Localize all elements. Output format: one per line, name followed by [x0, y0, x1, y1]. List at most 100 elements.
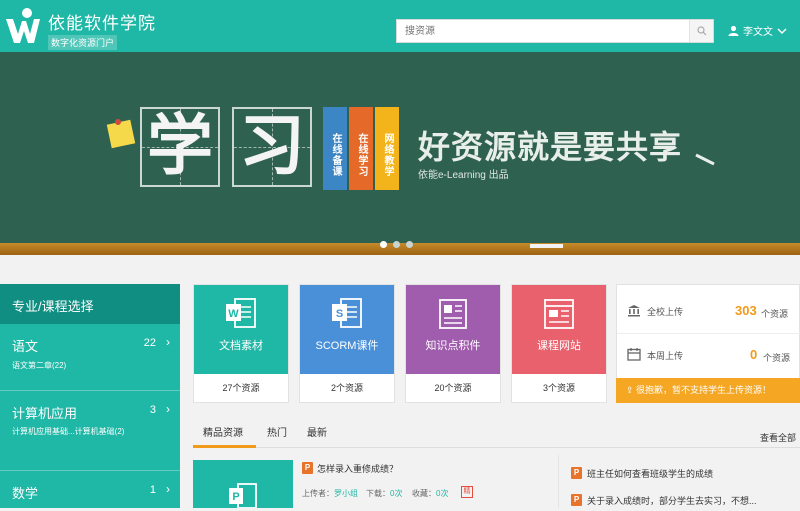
tile-count: 20个资源 [434, 383, 472, 393]
upload-icon: ⇪ [626, 385, 637, 395]
banner-credit: 依能e-Learning 出品 [418, 170, 509, 181]
chalk-piece [530, 244, 563, 248]
subject-item-computer[interactable]: 计算机应用 3 › 计算机应用基础...计算机基础(2) [0, 391, 180, 471]
carousel-dots [380, 241, 413, 248]
svg-text:S: S [336, 308, 343, 320]
tile-count: 27个资源 [222, 383, 260, 393]
bank-icon [628, 305, 640, 317]
search-box [396, 19, 714, 43]
subject-sub[interactable]: 语文第二章(22) [12, 360, 66, 371]
ppt-file-icon: P [571, 467, 582, 479]
tile-header: 课程网站 [512, 285, 606, 374]
tile-label: 知识点积件 [425, 340, 481, 352]
ppt-file-icon: P [302, 462, 313, 474]
category-tile-docs[interactable]: W 文档素材 27个资源 [193, 284, 289, 403]
column-divider [558, 455, 559, 508]
carousel-dot-2[interactable] [393, 241, 400, 248]
logo-icon[interactable] [5, 7, 41, 45]
favorites-label: 收藏： [412, 489, 436, 498]
subject-item-math[interactable]: 数学 1 › [0, 471, 180, 511]
banner-tag-1: 在线备课 [323, 107, 347, 190]
sticky-note-icon [106, 119, 136, 149]
favorites-count: 0次 [436, 489, 449, 498]
chalk-stroke-icon [695, 153, 715, 166]
stat-label: 全校上传 [647, 307, 684, 317]
tile-header: W 文档素材 [194, 285, 288, 374]
user-menu[interactable]: 李文文 [728, 23, 787, 38]
featured-thumbnail[interactable]: P [193, 460, 293, 508]
banner-char-1: 学 [147, 107, 213, 184]
featured-title[interactable]: 怎样录入重修成绩？ [317, 462, 398, 475]
resource-list-item[interactable]: 关于录入成绩时，部分学生去实习，不想... [587, 494, 757, 507]
tab-featured[interactable]: 精品资源 [203, 424, 243, 439]
subject-sub[interactable]: 计算机应用基础...计算机基础(2) [12, 426, 124, 437]
uploader-label: 上传者： [302, 489, 334, 498]
carousel-dot-3[interactable] [406, 241, 413, 248]
chevron-right-icon: › [166, 335, 170, 349]
subject-name: 语文 [12, 339, 39, 354]
tile-header: S SCORM课件 [300, 285, 394, 374]
resource-tabs: 精品资源 热门 最新 查看全部 [193, 420, 800, 448]
scorm-icon: S [332, 298, 362, 328]
stat-value: 303 [735, 303, 757, 318]
svg-text:P: P [232, 491, 239, 503]
banner-slogan: 好资源就是要共享 [418, 129, 683, 165]
banner-tag-2: 在线学习 [349, 107, 373, 190]
category-tile-scorm[interactable]: S SCORM课件 2个资源 [299, 284, 395, 403]
tile-count: 2个资源 [330, 383, 363, 393]
user-name: 李文文 [743, 27, 773, 38]
featured-badge: 精 [461, 486, 473, 498]
word-doc-icon: W [226, 298, 256, 328]
svg-text:W: W [228, 308, 239, 320]
stat-unit: 个资源 [761, 309, 789, 319]
upload-notice: ⇪ 很抱歉，暂不支持学生上传资源！ [616, 378, 800, 403]
course-selector: 专业/课程选择 语文 22 › 语文第二章(22) 计算机应用 3 › 计算机应… [0, 284, 180, 508]
search-icon [696, 26, 706, 36]
stat-unit: 个资源 [763, 353, 791, 363]
brand-name[interactable]: 依能软件学院 [48, 9, 156, 34]
favorites-meta: 收藏：0次 [412, 488, 448, 499]
user-icon [728, 25, 739, 36]
subject-count: 22 [143, 337, 156, 349]
tile-count: 3个资源 [542, 383, 575, 393]
search-input[interactable] [397, 20, 689, 42]
knowledge-icon [439, 299, 467, 329]
calendar-icon [627, 348, 641, 361]
subject-count: 1 [149, 484, 156, 496]
chevron-right-icon: › [166, 402, 170, 416]
uploader-name[interactable]: 罗小组 [334, 489, 358, 498]
subject-count: 3 [149, 404, 156, 416]
subject-item-chinese[interactable]: 语文 22 › 语文第二章(22) [0, 324, 180, 391]
notice-text: 很抱歉，暂不支持学生上传资源！ [636, 385, 772, 395]
uploader-meta: 上传者：罗小组 [302, 488, 358, 499]
tab-latest[interactable]: 最新 [307, 424, 327, 439]
active-tab-indicator [193, 445, 256, 448]
website-icon [544, 299, 574, 329]
stat-label: 本周上传 [647, 351, 684, 361]
category-tile-website[interactable]: 课程网站 3个资源 [511, 284, 607, 403]
tile-label: 课程网站 [537, 340, 581, 352]
chevron-right-icon: › [166, 482, 170, 496]
downloads-label: 下载： [366, 489, 390, 498]
subject-name: 数学 [12, 486, 39, 501]
ppt-file-icon: P [571, 494, 582, 506]
category-tile-knowledge[interactable]: 知识点积件 20个资源 [405, 284, 501, 403]
tile-label: SCORM课件 [315, 340, 379, 352]
carousel-dot-1[interactable] [380, 241, 387, 248]
tab-hot[interactable]: 热门 [267, 424, 287, 439]
tile-header: 知识点积件 [406, 285, 500, 374]
chevron-down-icon [777, 27, 787, 34]
top-header: 依能软件学院 数字化资源门户 李文文 [0, 0, 800, 52]
stat-school: 全校上传 303 个资源 [617, 290, 800, 334]
stat-week: 本周上传 0 个资源 [617, 334, 800, 378]
stat-value: 0 [750, 347, 758, 362]
banner-char-2: 习 [239, 107, 305, 184]
banner-tag-3: 网络教学 [375, 107, 399, 190]
view-all-link[interactable]: 查看全部 [760, 431, 796, 444]
ppt-doc-icon: P [229, 483, 257, 508]
resource-list-item[interactable]: 班主任如何查看班级学生的成绩 [587, 467, 713, 480]
subject-name: 计算机应用 [12, 406, 78, 421]
downloads-count: 0次 [390, 489, 403, 498]
course-selector-title: 专业/课程选择 [0, 284, 180, 324]
search-button[interactable] [689, 20, 713, 42]
